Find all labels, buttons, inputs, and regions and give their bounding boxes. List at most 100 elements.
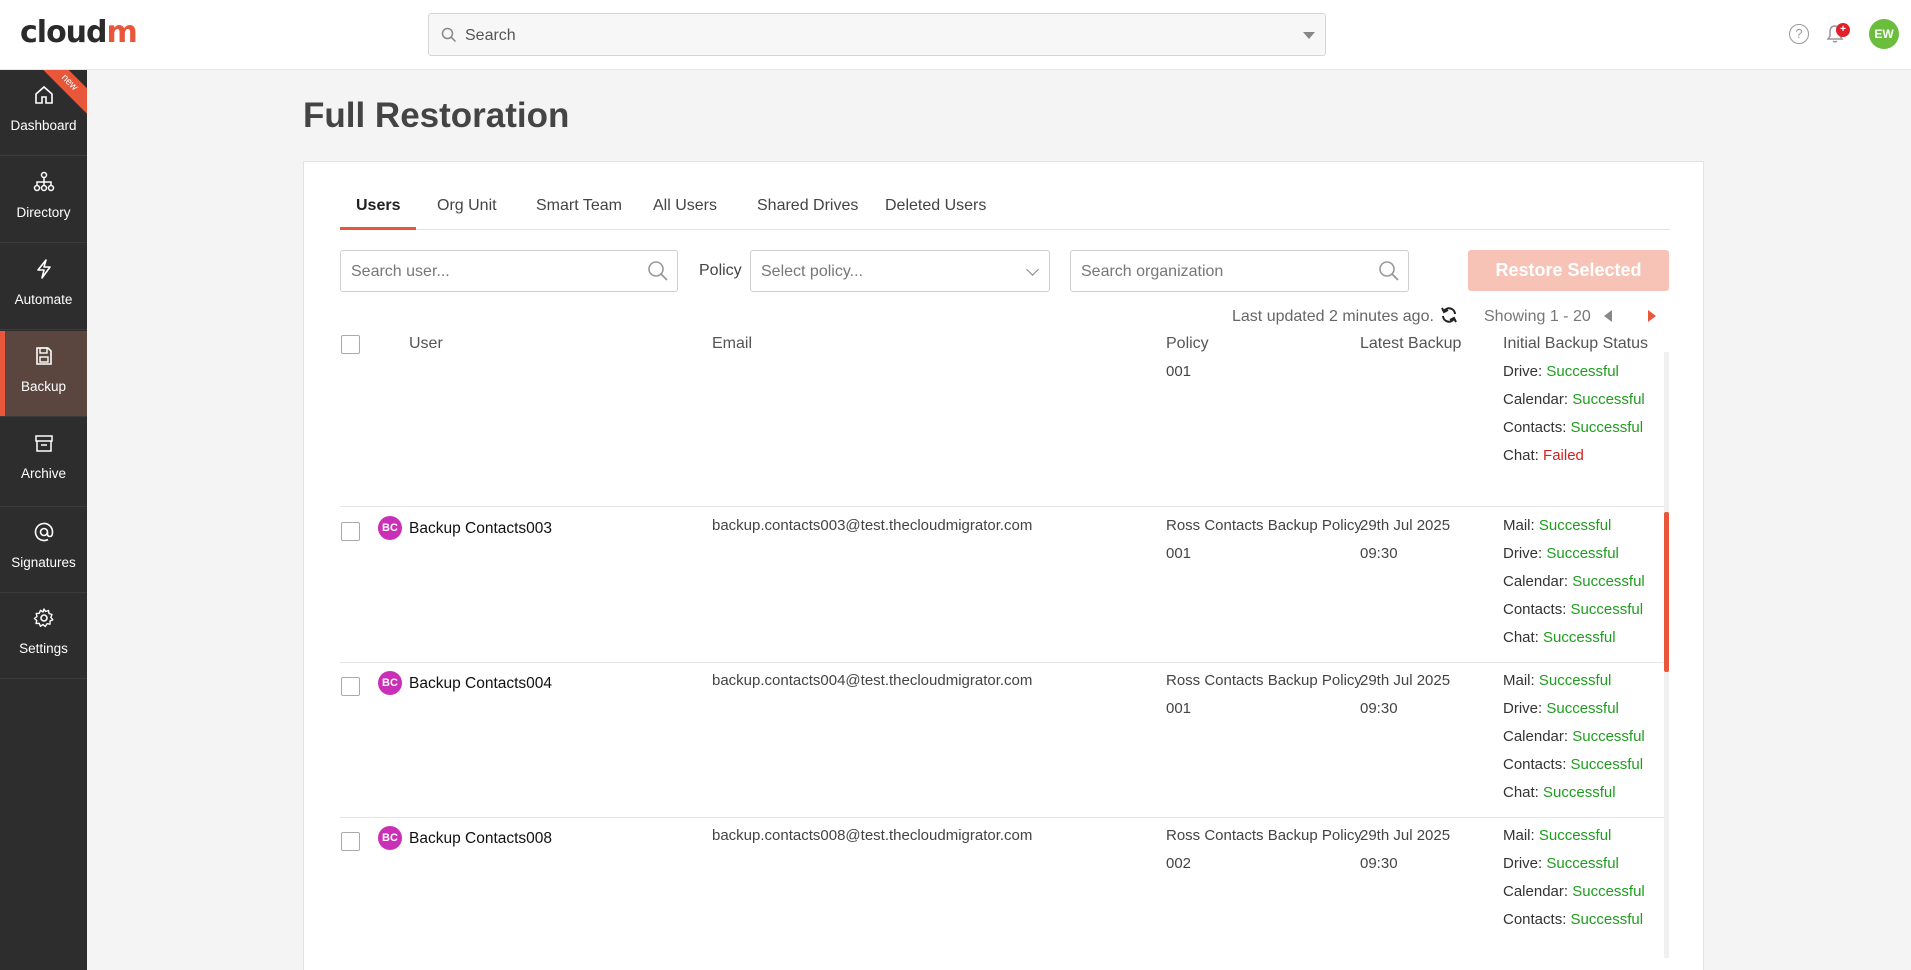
- page-title: Full Restoration: [303, 96, 570, 135]
- tab-all-users[interactable]: All Users: [637, 186, 733, 230]
- status-line: Drive: Successful: [1503, 855, 1619, 872]
- sidebar-item-directory[interactable]: Directory: [0, 157, 87, 243]
- sidebar-item-label: Directory: [16, 205, 71, 220]
- gear-icon: [33, 607, 55, 629]
- status-line: Contacts: Successful: [1503, 601, 1644, 618]
- user-avatar[interactable]: EW: [1869, 19, 1899, 49]
- latest-backup-cell: 29th Jul 2025 09:30: [1360, 672, 1451, 717]
- global-search-input[interactable]: Search: [428, 13, 1326, 56]
- status-line: Drive: Successful: [1503, 700, 1619, 717]
- row-checkbox[interactable]: [341, 522, 360, 541]
- status-line: Chat: Successful: [1503, 784, 1616, 801]
- row-checkbox[interactable]: [341, 677, 360, 696]
- email-cell: backup.contacts003@test.thecloudmigrator…: [712, 517, 1033, 534]
- sidebar-item-label: Signatures: [11, 555, 76, 570]
- status-line: Chat: Failed: [1503, 447, 1584, 464]
- sidebar-item-dashboard[interactable]: new Dashboard: [0, 70, 87, 156]
- status-line: Mail: Successful: [1503, 517, 1612, 534]
- tab-shared-drives[interactable]: Shared Drives: [741, 186, 874, 230]
- user-name: Backup Contacts003: [409, 520, 553, 537]
- search-organization-placeholder: Search organization: [1081, 263, 1224, 280]
- next-page-icon[interactable]: [1648, 310, 1656, 322]
- status-line: Chat: Successful: [1503, 629, 1616, 646]
- top-bar: cloudm Search ? + EW: [0, 0, 1911, 70]
- status-line: Calendar: Successful: [1503, 573, 1645, 590]
- column-header-initial-backup-status[interactable]: Initial Backup Status: [1503, 335, 1648, 353]
- policy-cell: Ross Contacts Backup Policy 002: [1166, 827, 1362, 872]
- user-initials-avatar: BC: [378, 516, 402, 540]
- policy-cell: Ross Contacts Backup Policy 001: [1166, 672, 1362, 717]
- hierarchy-icon: [33, 171, 55, 193]
- help-icon[interactable]: ?: [1789, 24, 1809, 44]
- initial-status-cell: Mail: Successful Drive: Successful Calen…: [1503, 667, 1645, 807]
- tab-bar: Users Org Unit Smart Team All Users Shar…: [340, 186, 1670, 230]
- sidebar-item-automate[interactable]: Automate: [0, 244, 87, 330]
- search-icon: [441, 27, 457, 48]
- cloudm-logo[interactable]: cloudm: [20, 15, 138, 50]
- column-header-latest-backup[interactable]: Latest Backup: [1360, 335, 1461, 353]
- pagination-range: Showing 1 - 20: [1484, 308, 1591, 325]
- status-line: Contacts: Successful: [1503, 419, 1644, 436]
- sidebar-item-label: Automate: [14, 292, 73, 307]
- save-icon: [33, 345, 55, 367]
- search-user-placeholder: Search user...: [351, 263, 450, 280]
- tab-users[interactable]: Users: [340, 186, 417, 230]
- sidebar-item-label: Settings: [19, 641, 68, 656]
- status-line: Calendar: Successful: [1503, 883, 1645, 900]
- sidebar-item-label: Backup: [20, 379, 67, 394]
- status-line: Contacts: Successful: [1503, 911, 1644, 928]
- initial-status-cell: Drive: Successful Calendar: Successful C…: [1503, 358, 1645, 470]
- user-initials-avatar: BC: [378, 826, 402, 850]
- sidebar-item-backup[interactable]: Backup: [0, 331, 87, 417]
- column-header-policy[interactable]: Policy: [1166, 335, 1209, 353]
- refresh-icon[interactable]: [1440, 306, 1458, 329]
- initial-status-cell: Mail: Successful Drive: Successful Calen…: [1503, 512, 1645, 652]
- policy-select[interactable]: Select policy...: [750, 250, 1050, 292]
- global-search-placeholder: Search: [465, 27, 516, 44]
- status-line: Calendar: Successful: [1503, 728, 1645, 745]
- table-row[interactable]: BC Backup Contacts003 backup.contacts003…: [340, 508, 1666, 663]
- table-row[interactable]: BC Backup Contacts004 backup.contacts004…: [340, 663, 1666, 818]
- sidebar-item-label: Archive: [20, 466, 66, 481]
- policy-select-placeholder: Select policy...: [761, 263, 863, 280]
- table-row[interactable]: BC Backup Contacts008 backup.contacts008…: [340, 818, 1666, 970]
- chevron-down-icon: [1026, 263, 1039, 276]
- policy-cell: Ross Contacts Backup Policy 001: [1166, 517, 1362, 562]
- latest-backup-cell: 29th Jul 2025 09:30: [1360, 827, 1451, 872]
- search-user-input[interactable]: Search user...: [340, 250, 678, 292]
- table-scrollbar-thumb[interactable]: [1664, 512, 1669, 672]
- restore-selected-button[interactable]: Restore Selected: [1468, 250, 1669, 291]
- sidebar-item-label: Dashboard: [10, 118, 77, 133]
- search-organization-input[interactable]: Search organization: [1070, 250, 1409, 292]
- row-checkbox[interactable]: [341, 832, 360, 851]
- notification-badge: +: [1836, 23, 1850, 37]
- at-sign-icon: [33, 521, 55, 543]
- home-icon: [33, 84, 55, 106]
- status-line: Drive: Successful: [1503, 545, 1619, 562]
- tab-org-unit[interactable]: Org Unit: [421, 186, 513, 230]
- user-name: Backup Contacts008: [409, 830, 553, 847]
- policy-cell: 001: [1166, 363, 1192, 380]
- table-row: 001 Drive: Successful Calendar: Successf…: [340, 352, 1666, 507]
- chevron-down-icon[interactable]: [1303, 32, 1315, 39]
- search-icon: [1378, 260, 1400, 287]
- user-name: Backup Contacts004: [409, 675, 553, 692]
- sidebar-item-signatures[interactable]: Signatures: [0, 507, 87, 593]
- status-line: Mail: Successful: [1503, 827, 1612, 844]
- status-line: Calendar: Successful: [1503, 391, 1645, 408]
- sidebar-item-settings[interactable]: Settings: [0, 593, 87, 679]
- tab-deleted-users[interactable]: Deleted Users: [869, 186, 1002, 230]
- previous-page-icon[interactable]: [1604, 310, 1612, 322]
- search-icon: [647, 260, 669, 287]
- tab-smart-team[interactable]: Smart Team: [520, 186, 638, 230]
- status-line: Mail: Successful: [1503, 672, 1612, 689]
- email-cell: backup.contacts008@test.thecloudmigrator…: [712, 827, 1033, 844]
- column-header-user[interactable]: User: [409, 335, 443, 353]
- initial-status-cell: Mail: Successful Drive: Successful Calen…: [1503, 822, 1645, 934]
- sidebar: new Dashboard Directory Automate Backup …: [0, 70, 87, 970]
- user-initials-avatar: BC: [378, 671, 402, 695]
- policy-label: Policy: [699, 262, 742, 279]
- column-header-email[interactable]: Email: [712, 335, 752, 353]
- sidebar-item-archive[interactable]: Archive: [0, 418, 87, 507]
- email-cell: backup.contacts004@test.thecloudmigrator…: [712, 672, 1033, 689]
